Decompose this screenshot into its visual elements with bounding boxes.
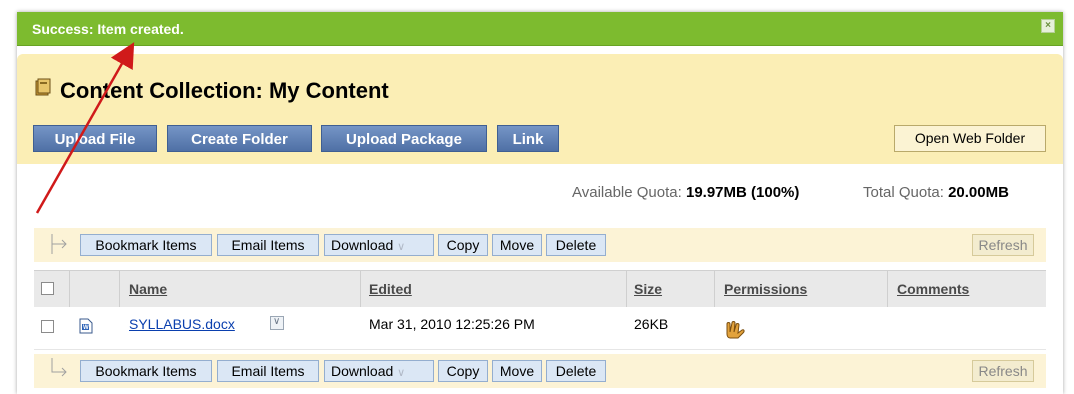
- available-quota-label: Available Quota:: [572, 184, 682, 201]
- delete-button[interactable]: Delete: [546, 234, 606, 256]
- word-document-icon: W: [79, 318, 93, 334]
- column-header-permissions[interactable]: Permissions: [724, 281, 807, 297]
- success-message: Success: Item created.: [32, 21, 184, 37]
- select-all-arrow-icon: [51, 358, 67, 377]
- item-menu-button[interactable]: ∨: [270, 316, 284, 330]
- svg-text:W: W: [83, 325, 89, 331]
- chevron-down-icon: ∨: [397, 367, 406, 379]
- download-button[interactable]: Download ∨: [324, 360, 434, 382]
- email-items-button[interactable]: Email Items: [217, 234, 319, 256]
- available-quota-value: 19.97MB (100%): [685, 184, 800, 201]
- create-folder-button[interactable]: Create Folder: [167, 125, 312, 152]
- column-header-comments[interactable]: Comments: [897, 281, 969, 297]
- total-quota: Total Quota: 20.00MB: [863, 184, 1009, 201]
- link-button[interactable]: Link: [497, 125, 559, 152]
- bookmark-items-button[interactable]: Bookmark Items: [80, 234, 212, 256]
- copy-button[interactable]: Copy: [438, 234, 488, 256]
- page-title: Content Collection: My Content: [60, 78, 389, 103]
- total-quota-value: 20.00MB: [948, 184, 1009, 201]
- download-label: Download: [331, 237, 394, 253]
- open-web-folder-button[interactable]: Open Web Folder: [894, 125, 1046, 152]
- close-notification-button[interactable]: ×: [1041, 19, 1055, 33]
- move-button[interactable]: Move: [492, 360, 542, 382]
- select-all-arrow-icon: [51, 234, 67, 254]
- copy-button[interactable]: Copy: [438, 360, 488, 382]
- chevron-down-icon: ∨: [273, 316, 281, 327]
- chevron-down-icon: ∨: [397, 241, 406, 253]
- refresh-button[interactable]: Refresh: [972, 360, 1034, 382]
- action-toolbar-bottom: Bookmark Items Email Items Download ∨ Co…: [34, 354, 1046, 388]
- total-quota-label: Total Quota:: [863, 184, 944, 201]
- close-icon: ×: [1045, 20, 1051, 31]
- file-size: 26KB: [634, 316, 669, 332]
- column-header-name[interactable]: Name: [129, 281, 167, 297]
- row-select-checkbox[interactable]: [41, 320, 54, 333]
- available-quota: Available Quota: 19.97MB (100%): [572, 184, 799, 201]
- column-header-edited[interactable]: Edited: [369, 281, 412, 297]
- select-all-checkbox[interactable]: [41, 282, 54, 295]
- upload-file-button[interactable]: Upload File: [33, 125, 157, 152]
- move-button[interactable]: Move: [492, 234, 542, 256]
- delete-button[interactable]: Delete: [546, 360, 606, 382]
- action-toolbar-top: Bookmark Items Email Items Download ∨ Co…: [34, 228, 1046, 262]
- refresh-button[interactable]: Refresh: [972, 234, 1034, 256]
- download-button[interactable]: Download ∨: [324, 234, 434, 256]
- edited-date: Mar 31, 2010 12:25:26 PM: [369, 316, 535, 332]
- file-link[interactable]: SYLLABUS.docx: [129, 316, 235, 332]
- download-label: Download: [331, 363, 394, 379]
- permissions-hand-icon[interactable]: [724, 320, 746, 340]
- email-items-button[interactable]: Email Items: [217, 360, 319, 382]
- bookmark-items-button[interactable]: Bookmark Items: [80, 360, 212, 382]
- table-row: W SYLLABUS.docx ∨ Mar 31, 2010 12:25:26 …: [34, 307, 1046, 350]
- success-notification: Success: Item created. ×: [17, 12, 1063, 46]
- content-collection-icon: [35, 78, 51, 96]
- upload-package-button[interactable]: Upload Package: [321, 125, 487, 152]
- column-header-size[interactable]: Size: [634, 281, 662, 297]
- table-header: Name Edited Size Permissions Comments: [34, 270, 1046, 308]
